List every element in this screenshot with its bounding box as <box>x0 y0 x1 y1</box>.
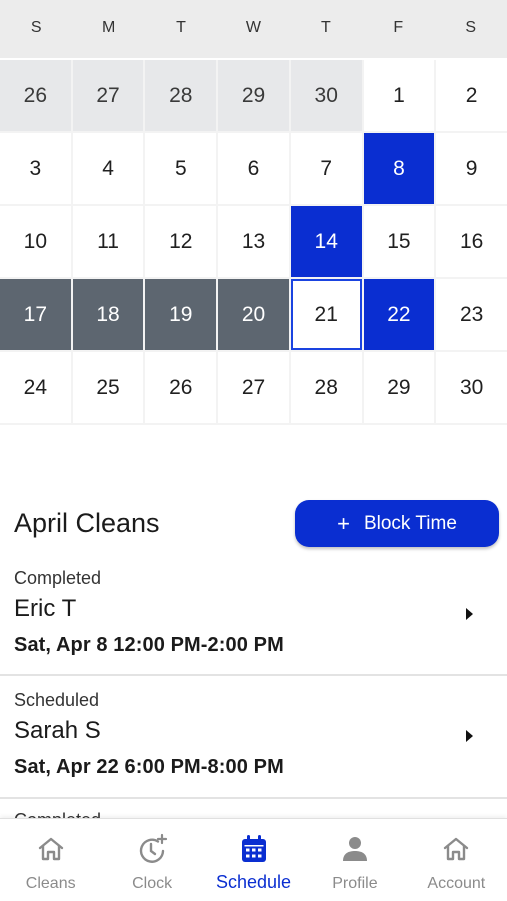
clean-status: Scheduled <box>14 690 100 710</box>
calendar-day[interactable]: 26 <box>0 60 71 131</box>
calendar-icon <box>241 835 266 862</box>
calendar-day[interactable]: 22 <box>363 279 435 350</box>
calendar-day[interactable]: 5 <box>145 133 217 204</box>
calendar-day[interactable]: 9 <box>436 133 507 204</box>
calendar-day[interactable]: 27 <box>218 352 289 423</box>
tab-schedule[interactable]: Schedule <box>203 819 304 901</box>
home-icon <box>444 837 469 861</box>
calendar-day[interactable]: 29 <box>218 60 289 131</box>
cleaner-name: Sarah S <box>14 717 101 744</box>
plus-icon: + <box>337 510 350 536</box>
bottom-tab-bar: Cleans Clock Schedule Profile Account <box>0 818 507 901</box>
cleans-header: April Cleans + Block Time <box>0 498 507 550</box>
chevron-right-icon <box>466 730 473 742</box>
tab-label: Account <box>427 875 486 892</box>
calendar-day[interactable]: 14 <box>290 206 362 277</box>
calendar-day[interactable]: 18 <box>72 279 144 350</box>
clean-list-item[interactable]: Scheduled Sarah S Sat, Apr 22 6:00 PM-8:… <box>0 690 507 812</box>
weekday-label: T <box>176 19 186 36</box>
clean-datetime: Sat, Apr 8 12:00 PM-2:00 PM <box>14 634 284 656</box>
tab-label: Clock <box>132 875 173 892</box>
calendar-day[interactable]: 21 <box>290 279 362 350</box>
tab-clock[interactable]: Clock <box>101 819 202 901</box>
calendar-day[interactable]: 19 <box>145 279 217 350</box>
calendar-day[interactable]: 30 <box>290 60 362 131</box>
calendar-day[interactable]: 4 <box>72 133 144 204</box>
calendar-day[interactable]: 28 <box>145 60 217 131</box>
weekday-header: S M T W T F S <box>0 0 507 58</box>
tab-label: Cleans <box>25 875 76 892</box>
section-title: April Cleans <box>14 508 160 538</box>
tab-account[interactable]: Account <box>406 819 507 901</box>
person-icon <box>342 837 367 861</box>
calendar-day[interactable]: 23 <box>436 279 507 350</box>
calendar-day[interactable]: 15 <box>363 206 435 277</box>
calendar-grid: 26 27 28 29 30 1 2 3 4 5 6 7 8 9 10 11 12 13 14 15 16 17 18 19 2… <box>0 60 507 425</box>
calendar-day[interactable]: 8 <box>363 133 435 204</box>
calendar-day[interactable]: 10 <box>0 206 71 277</box>
calendar-day[interactable]: 12 <box>145 206 217 277</box>
calendar-day[interactable]: 29 <box>363 352 435 423</box>
cleaner-name: Eric T <box>14 595 77 622</box>
calendar-day[interactable]: 30 <box>436 352 507 423</box>
tab-label: Profile <box>332 875 378 892</box>
clock-add-icon <box>139 833 168 863</box>
calendar-day[interactable]: 28 <box>290 352 362 423</box>
calendar-day[interactable]: 6 <box>218 133 289 204</box>
clean-status: Completed <box>14 568 102 588</box>
weekday-label: M <box>101 19 116 36</box>
tab-profile[interactable]: Profile <box>304 819 405 901</box>
calendar-day[interactable]: 25 <box>72 352 144 423</box>
clean-datetime: Sat, Apr 22 6:00 PM-8:00 PM <box>14 756 284 778</box>
weekday-label: S <box>30 19 42 36</box>
divider <box>0 674 507 676</box>
calendar-day[interactable]: 7 <box>290 133 362 204</box>
clean-list-item[interactable]: Completed Eric T Sat, Apr 8 12:00 PM-2:0… <box>0 568 507 690</box>
calendar-day[interactable]: 1 <box>363 60 435 131</box>
tab-label: Schedule <box>215 872 292 892</box>
calendar-day[interactable]: 11 <box>72 206 144 277</box>
calendar-day[interactable]: 20 <box>218 279 289 350</box>
calendar-day[interactable]: 3 <box>0 133 71 204</box>
calendar-day[interactable]: 24 <box>0 352 71 423</box>
calendar-day[interactable]: 17 <box>0 279 71 350</box>
chevron-right-icon <box>466 608 473 620</box>
tab-cleans[interactable]: Cleans <box>0 819 101 901</box>
block-time-button[interactable]: + Block Time <box>295 500 499 547</box>
calendar-day[interactable]: 26 <box>145 352 217 423</box>
calendar-day[interactable]: 2 <box>436 60 507 131</box>
block-time-label: Block Time <box>363 512 457 534</box>
weekday-label: W <box>245 19 262 36</box>
weekday-label: F <box>393 19 404 36</box>
calendar-day[interactable]: 16 <box>436 206 507 277</box>
weekday-label: T <box>321 19 331 36</box>
divider <box>0 797 507 799</box>
calendar-day[interactable]: 13 <box>218 206 289 277</box>
calendar-day[interactable]: 27 <box>72 60 144 131</box>
home-icon <box>38 837 63 861</box>
weekday-label: S <box>465 19 477 36</box>
